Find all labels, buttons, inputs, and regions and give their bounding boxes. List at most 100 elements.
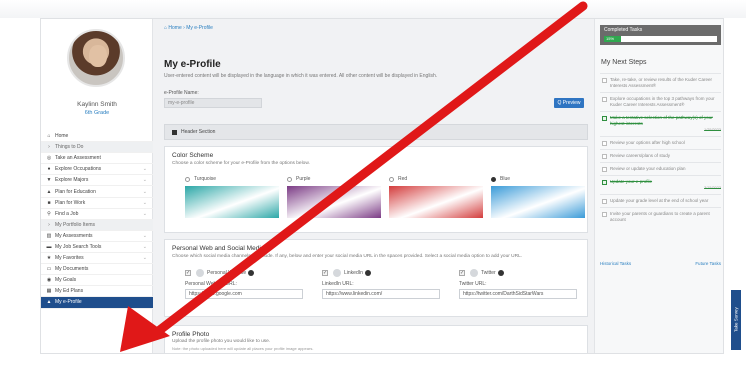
checkbox[interactable]: ✓ bbox=[459, 270, 465, 276]
social-desc: Choose which social media channels to in… bbox=[172, 254, 523, 259]
info-icon[interactable] bbox=[248, 270, 255, 276]
header-section-bar[interactable]: Header Section bbox=[164, 124, 588, 140]
radio-button[interactable] bbox=[491, 176, 496, 182]
avatar[interactable] bbox=[67, 29, 125, 87]
social-name: LinkedIn bbox=[344, 270, 363, 276]
step-checkbox[interactable] bbox=[602, 167, 607, 172]
step-checkbox[interactable] bbox=[602, 78, 607, 83]
social-toggle-row[interactable]: ✓ LinkedIn bbox=[322, 268, 450, 278]
progress-fill: 15% bbox=[604, 36, 621, 42]
social-toggle-row[interactable]: ✓ Personal Website bbox=[185, 268, 313, 278]
step-checkbox[interactable] bbox=[602, 154, 607, 159]
folder-icon: ▭ bbox=[46, 266, 52, 273]
step-checkbox[interactable] bbox=[602, 141, 607, 146]
future-tasks-link[interactable]: Future Tasks bbox=[695, 261, 721, 266]
sidebar-item-my-goals[interactable]: ◉ My Goals bbox=[41, 275, 153, 287]
home-icon: ⌂ bbox=[47, 133, 51, 140]
social-url-label: Twitter URL: bbox=[459, 281, 487, 287]
page-subtitle: User-entered content will be displayed i… bbox=[164, 73, 438, 79]
color-swatch[interactable] bbox=[185, 186, 279, 218]
sidebar-item-my-favorites[interactable]: ★ My Favorites ⌄ bbox=[41, 253, 153, 265]
sidebar-item-explore-majors[interactable]: ▼ Explore Majors ⌄ bbox=[41, 175, 153, 187]
preview-button[interactable]: Q Preview bbox=[554, 98, 584, 108]
sidebar-item-label: My Assessments bbox=[55, 232, 93, 239]
sidebar-item-things-to-do[interactable]: › Things to Do bbox=[41, 142, 153, 154]
step-checkbox[interactable] bbox=[602, 116, 607, 121]
sidebar-item-label: Explore Majors bbox=[55, 177, 89, 184]
star-icon: ★ bbox=[46, 255, 52, 262]
sidebar-item-my-portfolio-items[interactable]: › My Portfolio Items bbox=[41, 219, 153, 231]
app-window: Kaylinn Smith 6th Grade ⌂ Home › Things to … bbox=[40, 18, 724, 354]
next-step-item[interactable]: Take, re-take, or review results of the … bbox=[600, 73, 721, 92]
sidebar-item-my-assessments[interactable]: ▥ My Assessments ⌄ bbox=[41, 231, 153, 242]
next-step-item[interactable]: Invite your parents or guardians to crea… bbox=[600, 207, 721, 226]
step-checkbox[interactable] bbox=[602, 97, 607, 102]
checkbox[interactable]: ✓ bbox=[322, 270, 328, 276]
color-option-purple[interactable]: Purple bbox=[287, 175, 381, 218]
radio-button[interactable] bbox=[185, 176, 190, 182]
color-option-label: Blue bbox=[500, 176, 511, 182]
sidebar-item-my-documents[interactable]: ▭ My Documents bbox=[41, 264, 153, 276]
color-swatch[interactable] bbox=[491, 186, 585, 218]
color-option-red[interactable]: Red bbox=[389, 175, 483, 218]
step-checkbox[interactable] bbox=[602, 199, 607, 204]
social-url-input[interactable]: https://www.google.com bbox=[185, 289, 303, 299]
sidebar-item-my-e-profile[interactable]: ▲ My e-Profile bbox=[41, 297, 153, 309]
social-icon bbox=[196, 269, 204, 277]
color-option-row[interactable]: Turquoise bbox=[185, 175, 279, 183]
step-text: Make a tentative selection of the pathwa… bbox=[610, 115, 713, 126]
info-icon[interactable] bbox=[497, 270, 504, 276]
next-step-item[interactable]: Review your options after high school bbox=[600, 136, 721, 149]
color-option-row[interactable]: Red bbox=[389, 175, 483, 183]
next-step-item[interactable]: Update your grade level at the end of sc… bbox=[600, 194, 721, 207]
sidebar-item-plan-for-education[interactable]: ▲ Plan for Education ⌄ bbox=[41, 186, 153, 198]
sidebar-item-label: My Documents bbox=[55, 266, 89, 273]
info-icon[interactable] bbox=[364, 270, 371, 276]
color-scheme-title: Color Scheme bbox=[172, 152, 214, 159]
social-url-input[interactable]: https://www.linkedin.com/ bbox=[322, 289, 440, 299]
completed-tasks-box: Completed Tasks 15% bbox=[600, 25, 721, 45]
sidebar-item-home[interactable]: ⌂ Home bbox=[41, 131, 153, 143]
chevron-down-icon: ⌄ bbox=[142, 166, 147, 173]
sidebar-item-take-an-assessment[interactable]: ◎ Take an Assessment bbox=[41, 153, 153, 165]
next-step-item[interactable]: Review careers/plans of study bbox=[600, 149, 721, 162]
color-option-row[interactable]: Blue bbox=[491, 175, 585, 183]
sidebar-item-my-ed-plans[interactable]: ▦ My Ed Plans bbox=[41, 286, 153, 298]
next-step-item[interactable]: Update your e-profile 3/15/2023 bbox=[600, 175, 721, 194]
profile-name-field[interactable]: my-e-profile bbox=[164, 98, 262, 108]
radio-button[interactable] bbox=[287, 176, 292, 182]
search-icon: ⚲ bbox=[47, 210, 51, 217]
sidebar-item-find-a-job[interactable]: ⚲ Find a Job ⌄ bbox=[41, 209, 153, 220]
color-option-turquoise[interactable]: Turquoise bbox=[185, 175, 279, 218]
color-swatch[interactable] bbox=[287, 186, 381, 218]
historical-tasks-link[interactable]: Historical Tasks bbox=[600, 261, 631, 266]
photo-title: Profile Photo bbox=[172, 331, 210, 338]
step-checkbox[interactable] bbox=[602, 180, 607, 185]
sidebar-item-label: My e-Profile bbox=[55, 299, 82, 306]
color-option-row[interactable]: Purple bbox=[287, 175, 381, 183]
checkbox[interactable]: ✓ bbox=[185, 270, 191, 276]
sidebar-item-explore-occupations[interactable]: ● Explore Occupations ⌄ bbox=[41, 164, 153, 176]
next-step-item[interactable]: Review or update your education plan bbox=[600, 162, 721, 175]
color-option-blue[interactable]: Blue bbox=[491, 175, 585, 218]
completed-tasks-progress: 15% bbox=[604, 36, 717, 42]
assessment-icon: ◎ bbox=[46, 155, 52, 162]
social-url-input[interactable]: https://twitter.com/DarthSidStarWars bbox=[459, 289, 577, 299]
sidebar-nav: ⌂ Home › Things to Do ◎ Take an Assessment ● Ex… bbox=[41, 131, 153, 309]
breadcrumb[interactable]: ⌂ Home › My e-Profile bbox=[164, 25, 213, 31]
color-scheme-desc: Choose a color scheme for your e-Profile… bbox=[172, 161, 310, 166]
task-links: Historical Tasks Future Tasks bbox=[600, 261, 721, 266]
step-text: Update your grade level at the end of sc… bbox=[610, 198, 709, 203]
sidebar-item-plan-for-work[interactable]: ■ Plan for Work ⌄ bbox=[41, 198, 153, 209]
social-toggle-row[interactable]: ✓ Twitter bbox=[459, 268, 587, 278]
sidebar-item-my-job-search-tools[interactable]: ▬ My Job Search Tools ⌄ bbox=[41, 242, 153, 254]
photo-desc: Upload the profile photo you would like … bbox=[172, 339, 271, 344]
radio-button[interactable] bbox=[389, 176, 394, 182]
next-step-item[interactable]: Make a tentative selection of the pathwa… bbox=[600, 111, 721, 136]
step-checkbox[interactable] bbox=[602, 212, 607, 217]
next-step-item[interactable]: Explore occupations in the top 3 pathway… bbox=[600, 92, 721, 111]
take-survey-tab[interactable]: Take Survey bbox=[731, 290, 741, 350]
page-title: My e-Profile bbox=[164, 59, 221, 70]
color-swatch[interactable] bbox=[389, 186, 483, 218]
sidebar-item-label: Take an Assessment bbox=[55, 155, 101, 162]
